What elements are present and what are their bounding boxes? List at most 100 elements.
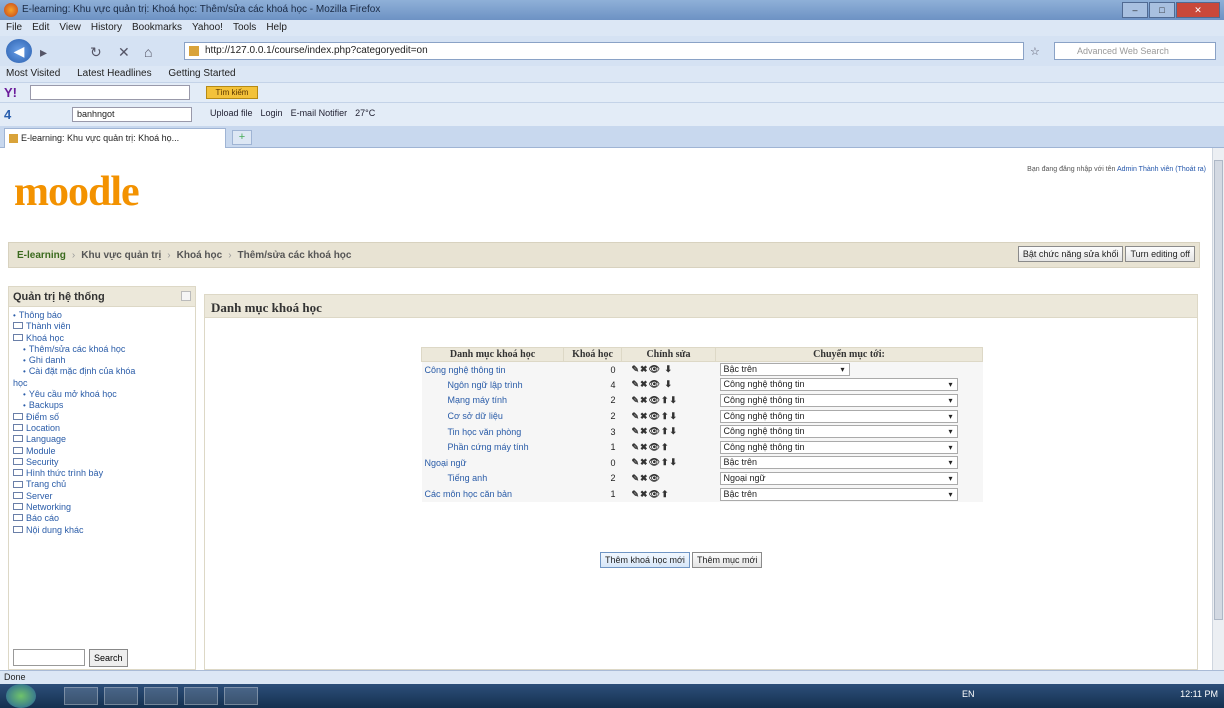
menu-file[interactable]: File (6, 20, 22, 36)
move-to-select[interactable]: Công nghệ thông tin ▾ (719, 425, 958, 439)
category-link[interactable]: Mạng máy tính (422, 393, 564, 409)
tab-elearning[interactable]: E-learning: Khu vực quản trị: Khoá họ... (4, 128, 226, 148)
sidebar-item[interactable]: • Thông báo (13, 310, 191, 321)
email-notifier-button[interactable]: E-mail Notifier (291, 108, 348, 118)
window-taskbar-icon[interactable] (224, 687, 258, 705)
edit-icons[interactable]: ✎✖👁⬆⬇ (622, 393, 716, 409)
menu-yahoo[interactable]: Yahoo! (192, 20, 223, 36)
category-link[interactable]: Tiếng anh (422, 471, 564, 487)
move-to-select[interactable]: Công nghệ thông tin ▾ (719, 409, 958, 423)
move-to-select[interactable]: Bậc trên ▾ (719, 363, 850, 377)
logout-link[interactable]: (Thoát ra) (1175, 166, 1206, 173)
move-to-select[interactable]: Ngoại ngữ ▾ (719, 471, 958, 485)
moodle-logo[interactable]: moodle (14, 168, 140, 216)
reload-icon[interactable]: ↻ (90, 44, 102, 61)
breadcrumb-admin[interactable]: Khu vực quản trị (81, 250, 161, 261)
move-to-select[interactable]: Công nghệ thông tin ▾ (719, 440, 958, 454)
sidebar-item[interactable]: Báo cáo (13, 513, 191, 524)
category-link[interactable]: Công nghệ thông tin (422, 362, 564, 378)
yahoo-search-button[interactable]: Tìm kiếm (206, 86, 258, 99)
edit-icons[interactable]: ✎✖👁 ⬇ (622, 362, 716, 378)
edit-icons[interactable]: ✎✖👁 (622, 471, 716, 487)
scrollbar-thumb[interactable] (1214, 160, 1223, 620)
sidebar-item[interactable]: Module (13, 446, 191, 457)
forward-icon[interactable]: ▸ (40, 44, 47, 61)
sidebar-item[interactable]: Nội dung khác (13, 525, 191, 536)
new-tab-button[interactable]: + (232, 130, 252, 145)
sidebar-item[interactable]: học (13, 378, 191, 389)
collapse-block-icon[interactable] (181, 291, 191, 301)
ie-taskbar-icon[interactable] (64, 687, 98, 705)
edit-icons[interactable]: ✎✖👁⬆ (622, 439, 716, 455)
start-button[interactable] (6, 684, 36, 708)
maximize-button[interactable]: □ (1149, 2, 1175, 18)
move-to-select[interactable]: Công nghệ thông tin ▾ (719, 378, 958, 392)
add-category-button[interactable]: Thêm mục mới (691, 552, 763, 568)
web-search-input[interactable]: Advanced Web Search (1054, 42, 1216, 60)
sidebar-item[interactable]: Server (13, 491, 191, 502)
admin-search-input[interactable] (13, 649, 85, 666)
move-to-select[interactable]: Công nghệ thông tin ▾ (719, 393, 958, 407)
menu-bookmarks[interactable]: Bookmarks (132, 20, 182, 36)
stop-icon[interactable]: ✕ (118, 44, 130, 61)
upload-file-button[interactable]: Upload file (210, 108, 253, 118)
edit-icons[interactable]: ✎✖👁⬆⬇ (622, 455, 716, 471)
sidebar-item[interactable]: Security (13, 457, 191, 468)
sidebar-item[interactable]: Networking (13, 502, 191, 513)
category-link[interactable]: Ngôn ngữ lập trình (422, 377, 564, 393)
language-indicator[interactable]: EN (962, 689, 975, 699)
bookmark-most-visited[interactable]: Most Visited (6, 68, 60, 79)
block-editing-button[interactable]: Bật chức năng sửa khối (1017, 246, 1124, 262)
toolbar-combo[interactable]: banhngot (72, 107, 192, 122)
category-link[interactable]: Ngoại ngữ (422, 455, 564, 471)
edit-icons[interactable]: ✎✖👁 ⬇ (622, 377, 716, 393)
category-link[interactable]: Phần cứng máy tính (422, 439, 564, 455)
home-icon[interactable]: ⌂ (144, 44, 152, 60)
add-course-button[interactable]: Thêm khoá học mới (600, 552, 690, 568)
turn-editing-off-button[interactable]: Turn editing off (1125, 246, 1195, 262)
close-button[interactable]: ✕ (1176, 2, 1220, 18)
login-user-link[interactable]: Admin Thành viên (1117, 166, 1173, 173)
sidebar-item[interactable]: Điểm số (13, 412, 191, 423)
weather-button[interactable]: 27°C (355, 108, 375, 118)
login-button[interactable]: Login (261, 108, 283, 118)
yahoo-search-input[interactable] (30, 85, 190, 100)
menu-tools[interactable]: Tools (233, 20, 256, 36)
menu-help[interactable]: Help (266, 20, 287, 36)
breadcrumb-courses[interactable]: Khoá học (177, 250, 223, 261)
category-link[interactable]: Cơ sở dữ liệu (422, 408, 564, 424)
sidebar-item[interactable]: Thành viên (13, 321, 191, 332)
bookmark-star-icon[interactable]: ☆ (1030, 45, 1040, 58)
sidebar-item[interactable]: • Cài đặt mặc định của khóa (13, 366, 191, 377)
menu-history[interactable]: History (91, 20, 122, 36)
minimize-button[interactable]: – (1122, 2, 1148, 18)
sidebar-item[interactable]: • Backups (13, 400, 191, 411)
edit-icons[interactable]: ✎✖👁⬆ (622, 486, 716, 502)
bookmark-latest-headlines[interactable]: Latest Headlines (77, 68, 152, 79)
taskbar-clock[interactable]: 12:11 PM (1180, 689, 1218, 699)
sidebar-item[interactable]: • Ghi danh (13, 355, 191, 366)
firefox-taskbar-icon[interactable] (184, 687, 218, 705)
sidebar-item[interactable]: Hình thức trình bày (13, 468, 191, 479)
sidebar-item[interactable]: Trang chủ (13, 479, 191, 490)
vertical-scrollbar[interactable] (1212, 148, 1224, 670)
sidebar-item[interactable]: Language (13, 434, 191, 445)
menu-view[interactable]: View (59, 20, 81, 36)
breadcrumb-elearning[interactable]: E-learning (17, 250, 66, 261)
media-taskbar-icon[interactable] (144, 687, 178, 705)
url-input[interactable]: http://127.0.0.1/course/index.php?catego… (184, 42, 1024, 60)
move-to-select[interactable]: Bậc trên ▾ (719, 487, 958, 501)
explorer-taskbar-icon[interactable] (104, 687, 138, 705)
edit-icons[interactable]: ✎✖👁⬆⬇ (622, 424, 716, 440)
admin-search-button[interactable]: Search (89, 649, 128, 667)
sidebar-item[interactable]: Location (13, 423, 191, 434)
edit-icons[interactable]: ✎✖👁⬆⬇ (622, 408, 716, 424)
sidebar-item[interactable]: Khoá học (13, 333, 191, 344)
menu-edit[interactable]: Edit (32, 20, 49, 36)
back-button[interactable]: ◀ (6, 39, 32, 63)
sidebar-item[interactable]: • Thêm/sửa các khoá học (13, 344, 191, 355)
sidebar-item[interactable]: • Yêu cầu mở khoá học (13, 389, 191, 400)
bookmark-getting-started[interactable]: Getting Started (168, 68, 235, 79)
move-to-select[interactable]: Bậc trên ▾ (719, 456, 958, 470)
category-link[interactable]: Tin học văn phòng (422, 424, 564, 440)
